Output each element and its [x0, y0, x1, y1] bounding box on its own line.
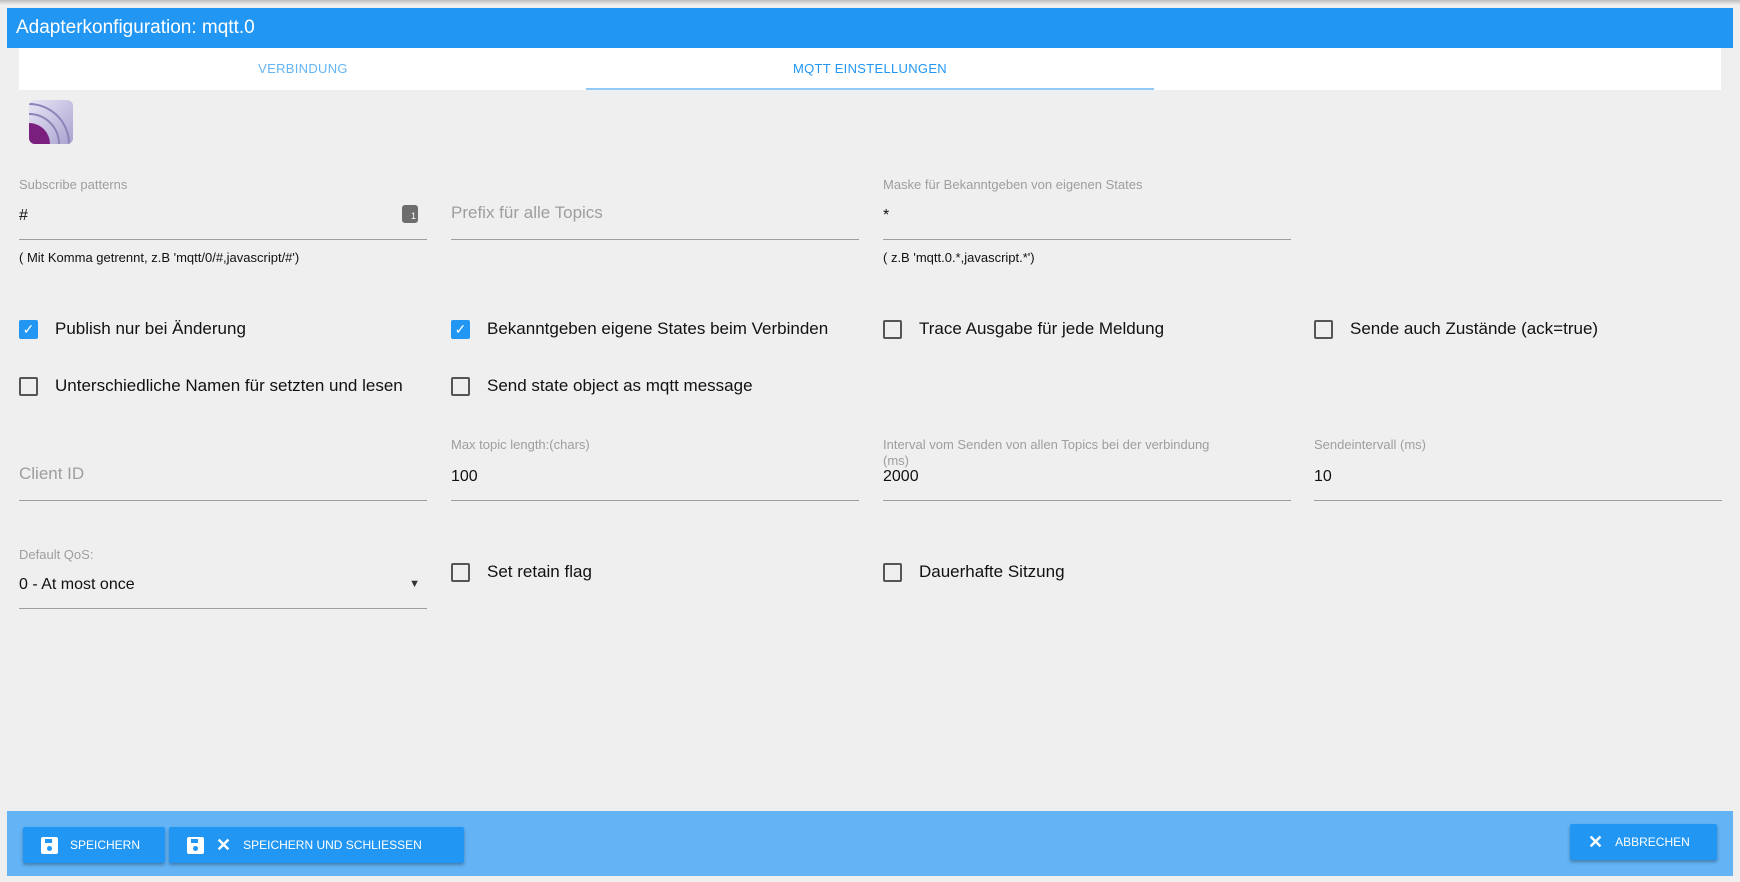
qos-select[interactable]: 0 - At most once ▼ — [19, 572, 427, 608]
subscribe-helper: ( Mit Komma getrennt, z.B 'mqtt/0/#,java… — [19, 250, 300, 265]
tab-mqtt-einstellungen[interactable]: MQTT EINSTELLUNGEN — [586, 48, 1154, 90]
interval-all-input[interactable]: 2000 — [883, 468, 919, 486]
max-topic-input[interactable]: 100 — [451, 468, 478, 486]
checkbox-label: Sende auch Zustände (ack=true) — [1350, 319, 1599, 338]
checkbox-unchecked-icon — [451, 376, 470, 396]
tab-bar: VERBINDUNG MQTT EINSTELLUNGEN — [19, 48, 1721, 90]
checkbox-label: Trace Ausgabe für jede Meldung — [919, 319, 1165, 338]
save-close-button-label: SPEICHERN UND SCHLIESSEN — [243, 838, 422, 852]
counter-icon[interactable]: 1 — [402, 205, 418, 223]
prefix-underline — [451, 239, 859, 240]
cancel-button-label: ABBRECHEN — [1615, 835, 1690, 849]
checkbox-label: Publish nur bei Änderung — [55, 319, 246, 338]
checkbox-checked-icon: ✓ — [19, 319, 38, 339]
subscribe-label: Subscribe patterns — [19, 177, 128, 192]
interval-all-underline — [883, 500, 1291, 501]
close-icon: ✕ — [216, 834, 232, 855]
client-id-input[interactable]: Client ID — [19, 464, 84, 484]
cancel-button[interactable]: ✕ ABBRECHEN — [1570, 824, 1717, 860]
checkbox-unchecked-icon — [883, 562, 902, 582]
subscribe-input[interactable]: # — [19, 207, 28, 225]
save-button-label: SPEICHERN — [70, 838, 141, 852]
mask-input[interactable]: * — [883, 207, 889, 225]
interval-all-label: Interval vom Senden von allen Topics bei… — [883, 437, 1210, 468]
checkbox-label: Dauerhafte Sitzung — [919, 562, 1065, 581]
save-icon — [187, 836, 204, 854]
window-title: Adapterkonfiguration: mqtt.0 — [7, 8, 1733, 48]
checkbox-label: Set retain flag — [487, 562, 592, 581]
save-button[interactable]: SPEICHERN — [23, 827, 165, 863]
checkbox-retain[interactable]: Set retain flag — [451, 562, 592, 582]
client-id-underline — [19, 500, 427, 501]
checkbox-publish-on-change[interactable]: ✓ Publish nur bei Änderung — [19, 319, 246, 339]
max-topic-underline — [451, 500, 859, 501]
mask-helper: ( z.B 'mqtt.0.*,javascript.*') — [883, 250, 1035, 265]
checkbox-state-object[interactable]: Send state object as mqtt message — [451, 376, 753, 396]
checkbox-label: Bekanntgeben eigene States beim Verbinde… — [487, 319, 829, 338]
mask-label: Maske für Bekanntgeben von eigenen State… — [883, 177, 1143, 192]
send-interval-input[interactable]: 10 — [1314, 468, 1332, 486]
checkbox-persistent-session[interactable]: Dauerhafte Sitzung — [883, 562, 1065, 582]
mask-underline — [883, 239, 1291, 240]
send-interval-label: Sendeintervall (ms) — [1314, 437, 1426, 452]
save-icon — [41, 836, 58, 854]
checkbox-send-ack[interactable]: Sende auch Zustände (ack=true) — [1314, 319, 1598, 339]
qos-label: Default QoS: — [19, 547, 94, 562]
max-topic-label: Max topic length:(chars) — [451, 437, 590, 452]
qos-underline — [19, 608, 427, 609]
checkbox-checked-icon: ✓ — [451, 319, 470, 339]
save-close-button[interactable]: ✕ SPEICHERN UND SCHLIESSEN — [169, 827, 464, 863]
dropdown-arrow-icon: ▼ — [409, 578, 420, 590]
top-shadow — [0, 0, 1740, 5]
mqtt-adapter-logo — [29, 100, 73, 144]
checkbox-unchecked-icon — [883, 319, 902, 339]
checkbox-label: Unterschiedliche Namen für setzten und l… — [55, 376, 403, 395]
checkbox-unchecked-icon — [1314, 319, 1333, 339]
checkbox-unchecked-icon — [19, 376, 38, 396]
close-icon: ✕ — [1588, 831, 1604, 852]
checkbox-different-names[interactable]: Unterschiedliche Namen für setzten und l… — [19, 376, 403, 396]
subscribe-underline — [19, 239, 427, 240]
checkbox-unchecked-icon — [451, 562, 470, 582]
checkbox-label: Send state object as mqtt message — [487, 376, 753, 395]
bottom-toolbar: SPEICHERN ✕ SPEICHERN UND SCHLIESSEN ✕ A… — [7, 811, 1733, 876]
qos-selected-value: 0 - At most once — [19, 576, 135, 593]
tab-verbindung[interactable]: VERBINDUNG — [19, 48, 587, 90]
prefix-input[interactable]: Prefix für alle Topics — [451, 203, 603, 223]
checkbox-publish-own-states[interactable]: ✓ Bekanntgeben eigene States beim Verbind… — [451, 319, 828, 339]
send-interval-underline — [1314, 500, 1722, 501]
checkbox-trace[interactable]: Trace Ausgabe für jede Meldung — [883, 319, 1164, 339]
